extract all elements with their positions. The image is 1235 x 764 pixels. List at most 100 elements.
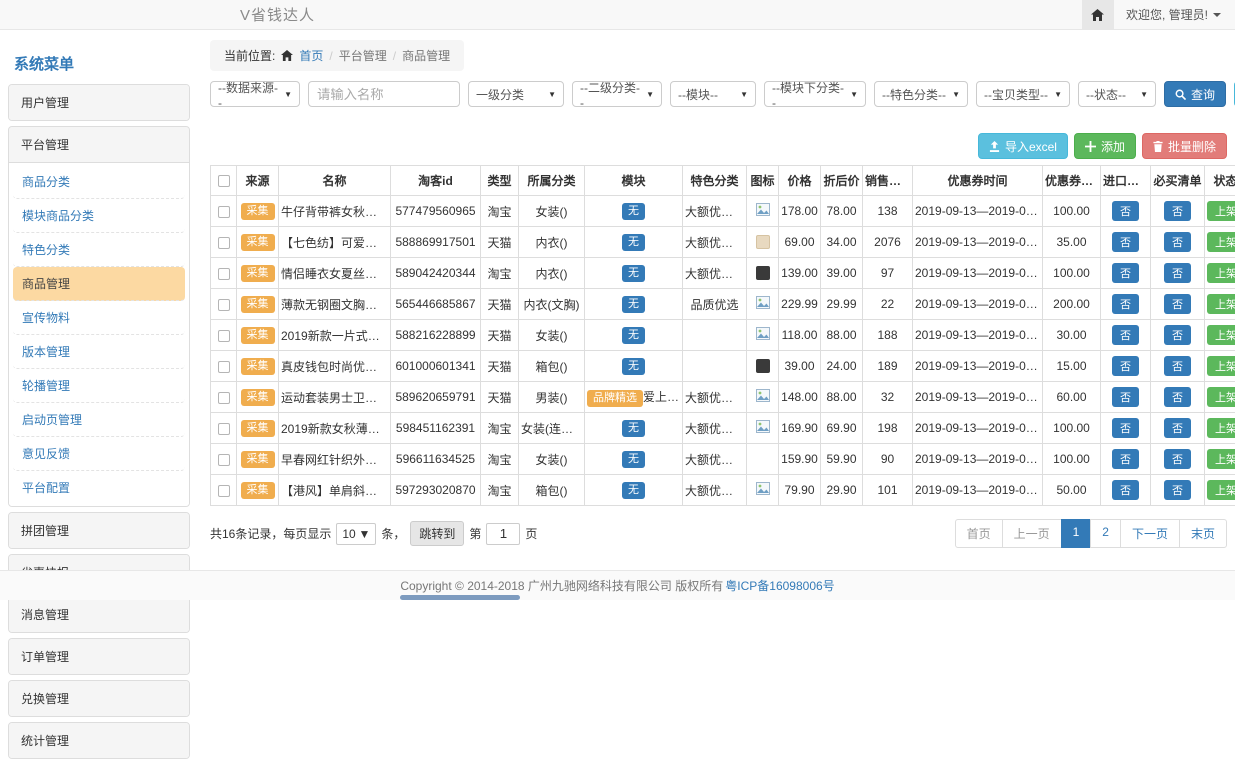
module-sub-select[interactable]: --模块下分类--▼ (764, 81, 866, 107)
user-menu[interactable]: 欢迎您, 管理员! (1126, 6, 1221, 23)
row-checkbox[interactable] (218, 454, 230, 466)
status-button[interactable]: 上架 (1207, 449, 1235, 469)
sidebar-group-2[interactable]: 拼团管理 (9, 513, 189, 548)
status-button[interactable]: 上架 (1207, 201, 1235, 221)
row-checkbox[interactable] (218, 330, 230, 342)
import-excel-button[interactable]: 导入excel (978, 133, 1068, 159)
row-checkbox[interactable] (218, 268, 230, 280)
add-button[interactable]: 添加 (1074, 133, 1136, 159)
coupon-amount-cell: 15.00 (1043, 351, 1101, 382)
import-toggle-button[interactable]: 否 (1112, 201, 1139, 221)
page-button-0[interactable]: 首页 (955, 519, 1003, 548)
feature-category-select[interactable]: --特色分类--▼ (874, 81, 968, 107)
row-checkbox[interactable] (218, 392, 230, 404)
page-number-input[interactable] (486, 523, 520, 545)
must-buy-toggle-button[interactable]: 否 (1164, 449, 1191, 469)
sidebar-item-5[interactable]: 版本管理 (13, 335, 185, 369)
status-select[interactable]: --状态--▼ (1078, 81, 1156, 107)
module-select-value: --模块-- (678, 86, 718, 103)
page-button-4[interactable]: 下一页 (1120, 519, 1180, 548)
category-cell: 内衣(文胸) (519, 289, 585, 320)
must-buy-cell: 否 (1151, 258, 1205, 289)
row-checkbox[interactable] (218, 206, 230, 218)
feature-category-cell: 大额优惠券 (683, 382, 747, 413)
must-buy-toggle-button[interactable]: 否 (1164, 263, 1191, 283)
sidebar-item-3[interactable]: 商品管理 (13, 267, 185, 301)
sidebar-item-6[interactable]: 轮播管理 (13, 369, 185, 403)
sidebar-item-7[interactable]: 启动页管理 (13, 403, 185, 437)
import-toggle-button[interactable]: 否 (1112, 232, 1139, 252)
sidebar-group-0[interactable]: 用户管理 (9, 85, 189, 120)
feature-category-select-value: --特色分类-- (882, 86, 946, 103)
query-button[interactable]: 查询 (1164, 81, 1226, 107)
breadcrumb-home-link[interactable]: 首页 (299, 47, 323, 64)
status-button[interactable]: 上架 (1207, 356, 1235, 376)
must-buy-toggle-button[interactable]: 否 (1164, 232, 1191, 252)
must-buy-toggle-button[interactable]: 否 (1164, 294, 1191, 314)
import-toggle-button[interactable]: 否 (1112, 418, 1139, 438)
status-button[interactable]: 上架 (1207, 418, 1235, 438)
coupon-time-cell: 2019-09-13—2019-09-20 (913, 258, 1043, 289)
import-select-cell: 否 (1101, 444, 1151, 475)
page-button-3[interactable]: 2 (1090, 519, 1121, 548)
name-search-input[interactable] (308, 81, 460, 107)
page-button-1[interactable]: 上一页 (1002, 519, 1062, 548)
level1-category-select[interactable]: 一级分类▼ (468, 81, 564, 107)
must-buy-toggle-button[interactable]: 否 (1164, 387, 1191, 407)
module-select[interactable]: --模块--▼ (670, 81, 756, 107)
sidebar-item-1[interactable]: 模块商品分类 (13, 199, 185, 233)
batch-delete-button[interactable]: 批量删除 (1142, 133, 1227, 159)
status-button[interactable]: 上架 (1207, 387, 1235, 407)
import-toggle-button[interactable]: 否 (1112, 294, 1139, 314)
per-page-select[interactable]: 10 ▼ (336, 523, 376, 545)
import-toggle-button[interactable]: 否 (1112, 325, 1139, 345)
scrollbar-thumb[interactable] (400, 595, 520, 600)
sidebar-item-8[interactable]: 意见反馈 (13, 437, 185, 471)
item-type-select[interactable]: --宝贝类型--▼ (976, 81, 1070, 107)
sidebar-group-7[interactable]: 统计管理 (9, 723, 189, 758)
import-toggle-button[interactable]: 否 (1112, 387, 1139, 407)
must-buy-toggle-button[interactable]: 否 (1164, 480, 1191, 500)
sidebar-group-1[interactable]: 平台管理 (9, 127, 189, 162)
row-checkbox[interactable] (218, 423, 230, 435)
status-button[interactable]: 上架 (1207, 263, 1235, 283)
import-toggle-button[interactable]: 否 (1112, 263, 1139, 283)
row-checkbox[interactable] (218, 299, 230, 311)
discount-price-cell: 59.90 (821, 444, 863, 475)
import-toggle-button[interactable]: 否 (1112, 449, 1139, 469)
source-badge: 采集 (241, 234, 275, 251)
row-checkbox[interactable] (218, 485, 230, 497)
sidebar-item-2[interactable]: 特色分类 (13, 233, 185, 267)
level2-category-select[interactable]: --二级分类--▼ (572, 81, 662, 107)
sidebar-item-9[interactable]: 平台配置 (13, 471, 185, 504)
sidebar-item-4[interactable]: 宣传物料 (13, 301, 185, 335)
must-buy-toggle-button[interactable]: 否 (1164, 325, 1191, 345)
data-source-select[interactable]: --数据来源--▼ (210, 81, 300, 107)
status-button[interactable]: 上架 (1207, 294, 1235, 314)
sidebar-group-6[interactable]: 兑换管理 (9, 681, 189, 716)
batch-delete-label: 批量删除 (1168, 138, 1216, 155)
must-buy-toggle-button[interactable]: 否 (1164, 418, 1191, 438)
must-buy-toggle-button[interactable]: 否 (1164, 201, 1191, 221)
icp-link[interactable]: 粤ICP备16098006号 (725, 577, 834, 594)
import-excel-label: 导入excel (1005, 138, 1057, 155)
jump-button[interactable]: 跳转到 (410, 521, 464, 546)
select-all-checkbox[interactable] (218, 175, 230, 187)
import-toggle-button[interactable]: 否 (1112, 480, 1139, 500)
sidebar-item-0[interactable]: 商品分类 (13, 165, 185, 199)
page-button-5[interactable]: 末页 (1179, 519, 1227, 548)
status-button[interactable]: 上架 (1207, 480, 1235, 500)
sidebar-group-5[interactable]: 订单管理 (9, 639, 189, 674)
page-button-2[interactable]: 1 (1061, 519, 1092, 548)
must-buy-toggle-button[interactable]: 否 (1164, 356, 1191, 376)
home-button[interactable] (1082, 0, 1114, 29)
status-button[interactable]: 上架 (1207, 232, 1235, 252)
row-checkbox[interactable] (218, 237, 230, 249)
sidebar-group-4[interactable]: 消息管理 (9, 597, 189, 632)
name-cell: 真皮钱包时尚优雅女士... (279, 351, 391, 382)
import-toggle-button[interactable]: 否 (1112, 356, 1139, 376)
status-button[interactable]: 上架 (1207, 325, 1235, 345)
row-checkbox[interactable] (218, 361, 230, 373)
type-cell: 淘宝 (481, 475, 519, 506)
status-select-value: --状态-- (1086, 86, 1126, 103)
